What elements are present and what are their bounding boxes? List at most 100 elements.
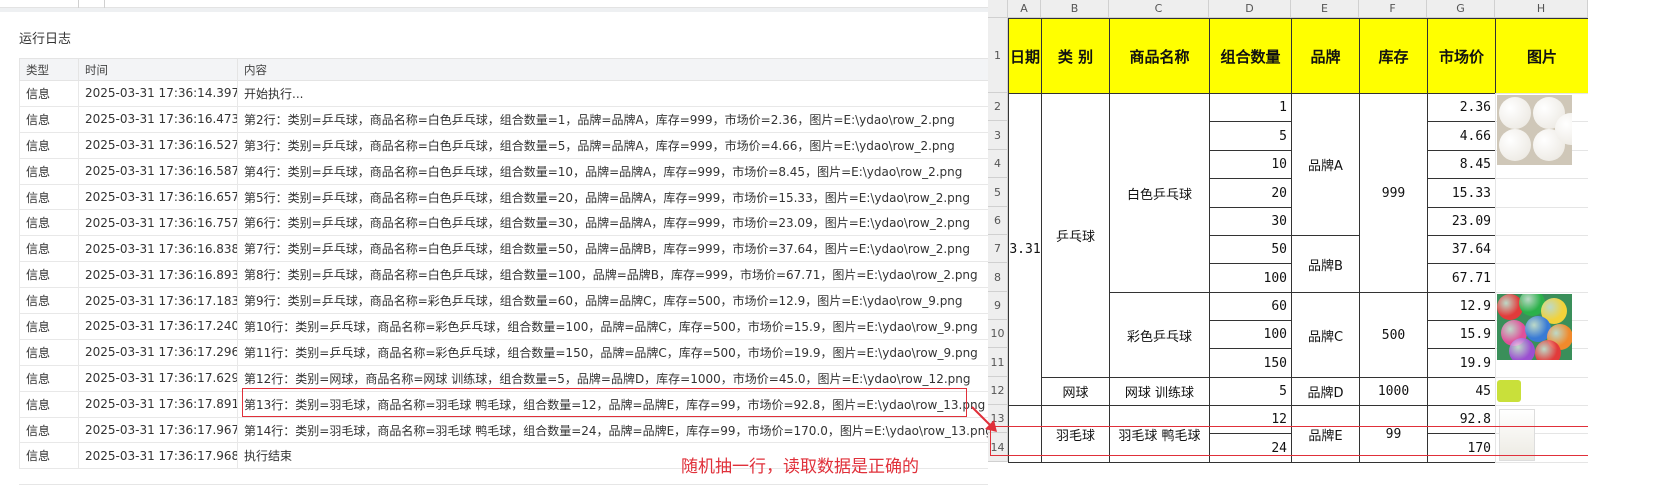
sheet-header-cell[interactable]: 类 别: [1041, 18, 1110, 94]
spreadsheet[interactable]: A B C D E F G H 1 2 3 4 5 6 7 8 9 10 11 12 13 14 日期类 别商品名称 组合数量…: [988, 0, 1665, 500]
price-cell[interactable]: 170: [1427, 433, 1496, 463]
price-cell[interactable]: 12.9: [1427, 292, 1496, 321]
log-row[interactable]: 信息 2025-03-31 17:36:17.967 第14行：类别=羽毛球，商品名…: [19, 416, 1001, 444]
category-cell[interactable]: 乒乓球: [1041, 93, 1110, 378]
quantity-cell[interactable]: 12: [1209, 405, 1292, 434]
sheet-header-cell[interactable]: 库存: [1359, 18, 1428, 94]
sheet-header-cell[interactable]: 品牌: [1291, 18, 1360, 94]
column-header-H[interactable]: H: [1495, 0, 1588, 18]
log-row[interactable]: 信息 2025-03-31 17:36:16.473 第2行：类别=乒乓球，商品名称…: [19, 105, 1001, 133]
row-header-9[interactable]: 9: [988, 292, 1008, 320]
category-cell[interactable]: 羽毛球: [1041, 405, 1110, 463]
column-header-G[interactable]: G: [1427, 0, 1495, 18]
quantity-cell[interactable]: 100: [1209, 263, 1292, 293]
brand-cell[interactable]: 品牌E: [1291, 405, 1360, 463]
quantity-cell[interactable]: 50: [1209, 235, 1292, 264]
row-header-6[interactable]: 6: [988, 207, 1008, 235]
color-ball-image[interactable]: [1497, 294, 1572, 360]
log-row[interactable]: 信息 2025-03-31 17:36:17.629 第12行：类别=网球，商品名称…: [19, 364, 1001, 392]
quantity-cell[interactable]: 150: [1209, 348, 1292, 378]
column-header-D[interactable]: D: [1209, 0, 1291, 18]
price-cell[interactable]: 23.09: [1427, 207, 1496, 236]
quantity-cell[interactable]: 10: [1209, 150, 1292, 179]
sheet-corner[interactable]: [988, 0, 1008, 18]
shuttlecock-image[interactable]: [1499, 409, 1535, 461]
stock-cell[interactable]: 999: [1359, 93, 1428, 293]
log-row[interactable]: 信息 2025-03-31 17:36:16.527 第3行：类别=乒乓球，商品名称…: [19, 131, 1001, 159]
log-row[interactable]: 信息 2025-03-31 17:36:14.397 开始执行...: [19, 80, 1001, 107]
column-header-A[interactable]: A: [1008, 0, 1041, 18]
price-cell[interactable]: 2.36: [1427, 93, 1496, 122]
price-cell[interactable]: 45: [1427, 377, 1496, 406]
sheet-header-cell[interactable]: 组合数量: [1209, 18, 1292, 94]
row-header-14[interactable]: 14: [988, 433, 1008, 462]
category-cell[interactable]: 网球: [1041, 377, 1110, 406]
column-header-E[interactable]: E: [1291, 0, 1359, 18]
tennis-ball-image[interactable]: [1497, 380, 1521, 402]
quantity-cell[interactable]: 24: [1209, 433, 1292, 463]
brand-cell[interactable]: 品牌C: [1291, 292, 1360, 378]
row-header-2[interactable]: 2: [988, 93, 1008, 121]
stock-cell[interactable]: 1000: [1359, 377, 1428, 406]
row-header-11[interactable]: 11: [988, 348, 1008, 377]
image-cell[interactable]: [1495, 207, 1589, 236]
sheet-header-cell[interactable]: 图片: [1495, 18, 1589, 94]
row-header-7[interactable]: 7: [988, 235, 1008, 263]
quantity-cell[interactable]: 20: [1209, 178, 1292, 208]
quantity-cell[interactable]: 5: [1209, 377, 1292, 406]
sheet-scroll-edge[interactable]: [1588, 0, 1665, 500]
quantity-cell[interactable]: 5: [1209, 121, 1292, 151]
product-cell[interactable]: 羽毛球 鸭毛球: [1109, 405, 1210, 463]
price-cell[interactable]: 92.8: [1427, 405, 1496, 434]
row-header-3[interactable]: 3: [988, 121, 1008, 150]
log-row[interactable]: 信息 2025-03-31 17:36:16.587 第4行：类别=乒乓球，商品名称…: [19, 157, 1001, 185]
price-cell[interactable]: 67.71: [1427, 263, 1496, 293]
row-header-12[interactable]: 12: [988, 377, 1008, 405]
log-row[interactable]: 信息 2025-03-31 17:36:16.657 第5行：类别=乒乓球，商品名称…: [19, 183, 1001, 211]
row-header-4[interactable]: 4: [988, 150, 1008, 178]
column-header-C[interactable]: C: [1109, 0, 1209, 18]
log-row[interactable]: 信息 2025-03-31 17:36:17.891 第13行：类别=羽毛球，商品名…: [19, 390, 1001, 418]
log-row[interactable]: 信息 2025-03-31 17:36:16.893 第8行：类别=乒乓球，商品名称…: [19, 261, 1001, 289]
row-header-5[interactable]: 5: [988, 178, 1008, 207]
quantity-cell[interactable]: 60: [1209, 292, 1292, 321]
stock-cell[interactable]: 99: [1359, 405, 1428, 463]
price-cell[interactable]: 15.9: [1427, 320, 1496, 349]
product-cell[interactable]: 白色乒乓球: [1109, 93, 1210, 293]
log-row[interactable]: 信息 2025-03-31 17:36:17.183 第9行：类别=乒乓球，商品名称…: [19, 287, 1001, 315]
sheet-header-cell[interactable]: 商品名称: [1109, 18, 1210, 94]
col-header-time[interactable]: 时间: [78, 58, 238, 81]
price-cell[interactable]: 37.64: [1427, 235, 1496, 264]
price-cell[interactable]: 8.45: [1427, 150, 1496, 179]
price-cell[interactable]: 19.9: [1427, 348, 1496, 378]
log-row[interactable]: 信息 2025-03-31 17:36:16.757 第6行：类别=乒乓球，商品名称…: [19, 209, 1001, 237]
log-row[interactable]: 信息 2025-03-31 17:36:17.240 第10行：类别=乒乓球，商品名…: [19, 313, 1001, 340]
stock-cell[interactable]: 500: [1359, 292, 1428, 378]
white-ball-image[interactable]: [1497, 95, 1572, 165]
sheet-header-cell[interactable]: 日期: [1008, 18, 1042, 94]
product-cell[interactable]: 网球 训练球: [1109, 377, 1210, 406]
col-header-type[interactable]: 类型: [19, 58, 79, 81]
price-cell[interactable]: 15.33: [1427, 178, 1496, 208]
log-row[interactable]: 信息 2025-03-31 17:36:17.296 第11行：类别=乒乓球，商品名…: [19, 338, 1001, 366]
brand-cell[interactable]: 品牌B: [1291, 235, 1360, 293]
quantity-cell[interactable]: 30: [1209, 207, 1292, 236]
date-cell[interactable]: [1008, 405, 1042, 463]
col-header-content[interactable]: 内容: [237, 58, 1001, 81]
price-cell[interactable]: 4.66: [1427, 121, 1496, 151]
image-cell[interactable]: [1495, 263, 1589, 293]
row-header-10[interactable]: 10: [988, 320, 1008, 348]
brand-cell[interactable]: 品牌A: [1291, 93, 1360, 236]
product-cell[interactable]: 彩色乒乓球: [1109, 292, 1210, 378]
row-header-1[interactable]: 1: [988, 18, 1008, 93]
column-header-F[interactable]: F: [1359, 0, 1427, 18]
log-row[interactable]: 信息 2025-03-31 17:36:16.838 第7行：类别=乒乓球，商品名称…: [19, 235, 1001, 263]
row-header-8[interactable]: 8: [988, 263, 1008, 292]
quantity-cell[interactable]: 100: [1209, 320, 1292, 349]
image-cell[interactable]: [1495, 178, 1589, 208]
quantity-cell[interactable]: 1: [1209, 93, 1292, 122]
date-cell[interactable]: 3.31: [1008, 93, 1042, 406]
column-header-B[interactable]: B: [1041, 0, 1109, 18]
image-cell[interactable]: [1495, 235, 1589, 264]
sheet-header-cell[interactable]: 市场价: [1427, 18, 1496, 94]
